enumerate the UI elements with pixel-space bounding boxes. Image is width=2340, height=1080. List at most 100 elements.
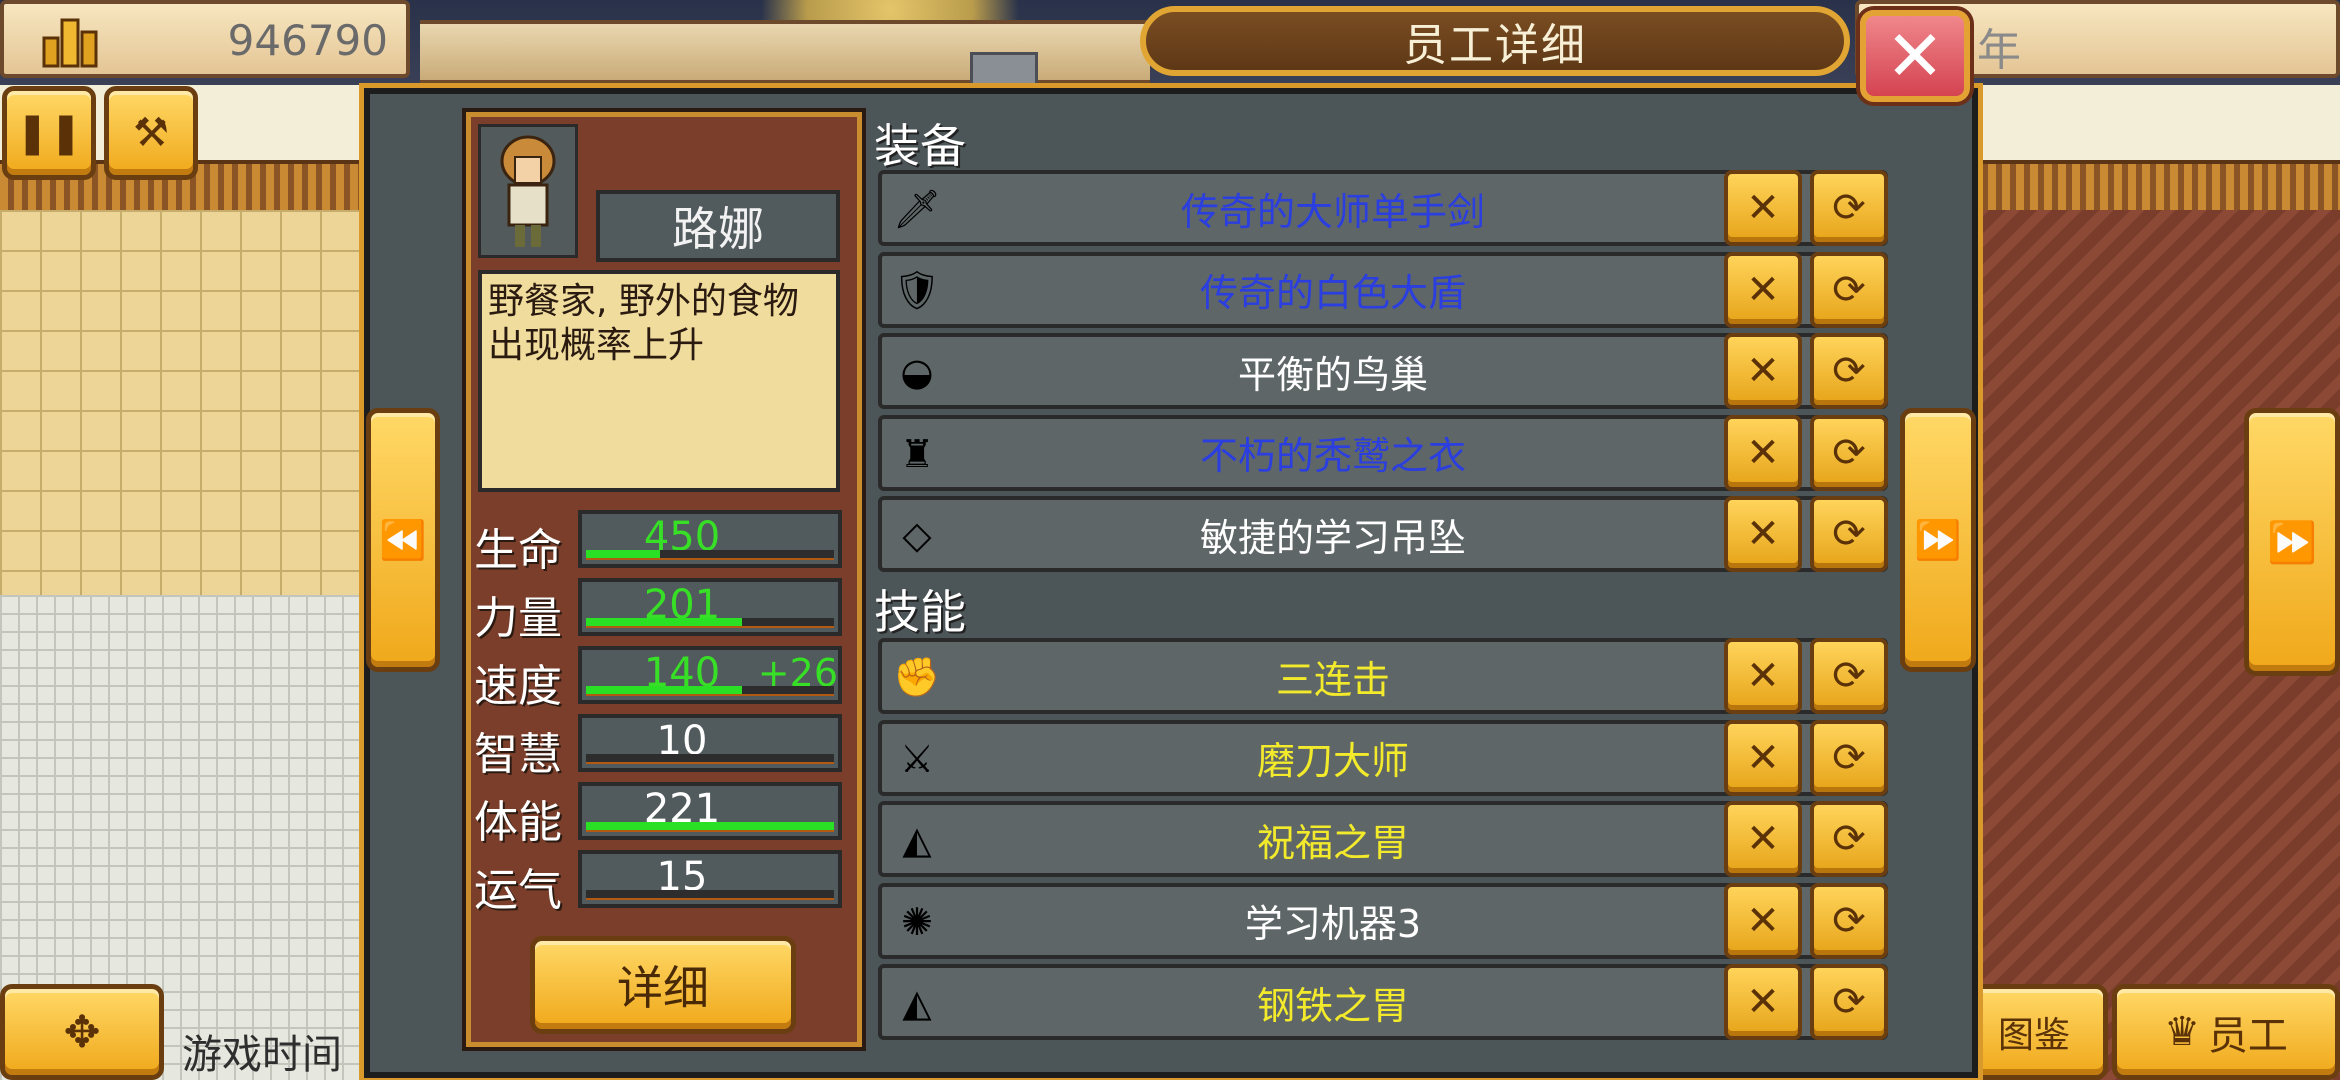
remove-icon: ✕ (1746, 653, 1780, 699)
tools-button[interactable]: ⚒ (104, 86, 198, 180)
skill-row: ✊ 三连击 ✕ ⟳ (878, 638, 1888, 714)
equipment-name[interactable]: 平衡的鸟巢 (952, 337, 1714, 405)
unequip-button[interactable]: ✕ (1724, 638, 1802, 714)
armor-icon: ♜ (899, 431, 935, 476)
stat-track (586, 618, 834, 628)
unequip-button[interactable]: ✕ (1724, 170, 1802, 246)
floor-tiles-yellow (0, 210, 380, 600)
swap-icon: ⟳ (1832, 348, 1866, 394)
swap-button[interactable]: ⟳ (1810, 496, 1888, 572)
swap-button[interactable]: ⟳ (1810, 882, 1888, 959)
swap-icon: ⟳ (1832, 653, 1866, 699)
dialog-title: 员工详细 (1140, 6, 1850, 76)
swap-button[interactable]: ⟳ (1810, 638, 1888, 714)
swap-icon: ⟳ (1832, 734, 1866, 781)
scroll-right-button[interactable]: ⏩ (2244, 408, 2340, 676)
stat-label: 力量 (474, 593, 562, 644)
unequip-button[interactable]: ✕ (1724, 719, 1802, 796)
stat-bar: 10 (578, 714, 842, 772)
character-sprite-icon (500, 135, 556, 247)
stat-label: 智慧 (474, 729, 562, 780)
skill-name[interactable]: 钢铁之胃 (952, 968, 1714, 1036)
unequip-button[interactable]: ✕ (1724, 801, 1802, 877)
swap-button[interactable]: ⟳ (1810, 964, 1888, 1040)
stat-bar: 450 (578, 510, 842, 568)
skill-row: ◭ 祝福之胃 ✕ ⟳ (878, 801, 1888, 877)
pause-button[interactable]: ❚❚ (2, 86, 96, 180)
unequip-button[interactable]: ✕ (1724, 251, 1802, 328)
move-arrows-icon: ✥ (63, 1006, 101, 1058)
equipment-row: ◒ 平衡的鸟巢 ✕ ⟳ (878, 333, 1888, 409)
swap-button[interactable]: ⟳ (1810, 251, 1888, 328)
sharpen-icon: ⚔ (899, 736, 935, 781)
date-text: 年 (1977, 25, 2021, 76)
stat-bar: 140 +26 (578, 646, 842, 704)
prev-employee-button[interactable]: ⏪ (366, 408, 440, 672)
gallery-label: 图鉴 (1997, 1015, 2070, 1056)
equipment-name[interactable]: 传奇的白色大盾 (952, 256, 1714, 324)
close-icon: ✕ (1885, 15, 1945, 97)
remove-icon: ✕ (1746, 979, 1780, 1025)
staff-label: 员工 (2207, 1013, 2288, 1059)
skill-row: ⚔ 磨刀大师 ✕ ⟳ (878, 719, 1888, 796)
fast-forward-icon: ⏩ (2267, 519, 2317, 566)
stat-track (586, 822, 834, 832)
swap-icon: ⟳ (1832, 897, 1866, 944)
hud-top-strip (420, 20, 1150, 84)
equipment-row: ♜ 不朽的秃鹫之衣 ✕ ⟳ (878, 414, 1888, 491)
hud-center-icon (970, 52, 1038, 88)
swap-icon: ⟳ (1832, 979, 1866, 1025)
gallery-button[interactable]: 图鉴 (1960, 984, 2108, 1080)
spark-icon: ✺ (901, 899, 933, 944)
next-employee-button[interactable]: ⏩ (1900, 408, 1976, 672)
stat-label: 生命 (474, 525, 562, 576)
remove-icon: ✕ (1746, 897, 1780, 944)
stat-bar: 201 (578, 578, 842, 636)
skill-row: ◭ 钢铁之胃 ✕ ⟳ (878, 964, 1888, 1040)
unequip-button[interactable]: ✕ (1724, 882, 1802, 959)
pendant-icon: ◇ (902, 513, 932, 557)
skill-row: ✺ 学习机器3 ✕ ⟳ (878, 882, 1888, 959)
stat-fill (586, 618, 743, 626)
skill-name[interactable]: 磨刀大师 (952, 724, 1714, 792)
staff-button[interactable]: ♛ 员工 (2112, 984, 2340, 1080)
unequip-button[interactable]: ✕ (1724, 414, 1802, 491)
detail-button[interactable]: 详细 (530, 936, 796, 1034)
unequip-button[interactable]: ✕ (1724, 333, 1802, 409)
stat-bar: 221 (578, 782, 842, 840)
equipment-name[interactable]: 不朽的秃鹫之衣 (952, 419, 1714, 487)
money-display: 946790 (0, 0, 410, 78)
fast-forward-icon: ⏩ (1914, 517, 1962, 562)
swap-button[interactable]: ⟳ (1810, 414, 1888, 491)
swap-button[interactable]: ⟳ (1810, 801, 1888, 877)
swap-icon: ⟳ (1832, 266, 1866, 313)
skill-name[interactable]: 祝福之胃 (952, 805, 1714, 873)
crown-icon: ♛ (2164, 1009, 2200, 1055)
game-time-label: 游戏时间 (182, 1032, 342, 1078)
cake-icon: ◭ (902, 981, 932, 1025)
stat-label: 体能 (474, 797, 562, 848)
remove-icon: ✕ (1746, 429, 1780, 476)
character-portrait (478, 124, 578, 258)
remove-icon: ✕ (1746, 348, 1780, 394)
swap-button[interactable]: ⟳ (1810, 719, 1888, 796)
move-camera-button[interactable]: ✥ (0, 984, 164, 1080)
equipment-name[interactable]: 传奇的大师单手剑 (952, 174, 1714, 242)
close-button[interactable]: ✕ (1860, 10, 1970, 102)
stat-track (586, 686, 834, 696)
unequip-button[interactable]: ✕ (1724, 964, 1802, 1040)
swap-button[interactable]: ⟳ (1810, 333, 1888, 409)
shield-icon: 🛡 (892, 268, 942, 312)
unequip-button[interactable]: ✕ (1724, 496, 1802, 572)
money-value: 946790 (227, 16, 388, 65)
equipment-row: ◇ 敏捷的学习吊坠 ✕ ⟳ (878, 496, 1888, 572)
stat-track (586, 550, 834, 560)
tools-icon: ⚒ (133, 110, 169, 156)
skill-name[interactable]: 三连击 (952, 642, 1714, 710)
skill-name[interactable]: 学习机器3 (952, 887, 1714, 955)
stat-fill (586, 550, 661, 558)
nest-icon: ◒ (900, 350, 934, 394)
equipment-name[interactable]: 敏捷的学习吊坠 (952, 500, 1714, 568)
swap-button[interactable]: ⟳ (1810, 170, 1888, 246)
stat-label: 速度 (474, 661, 562, 712)
